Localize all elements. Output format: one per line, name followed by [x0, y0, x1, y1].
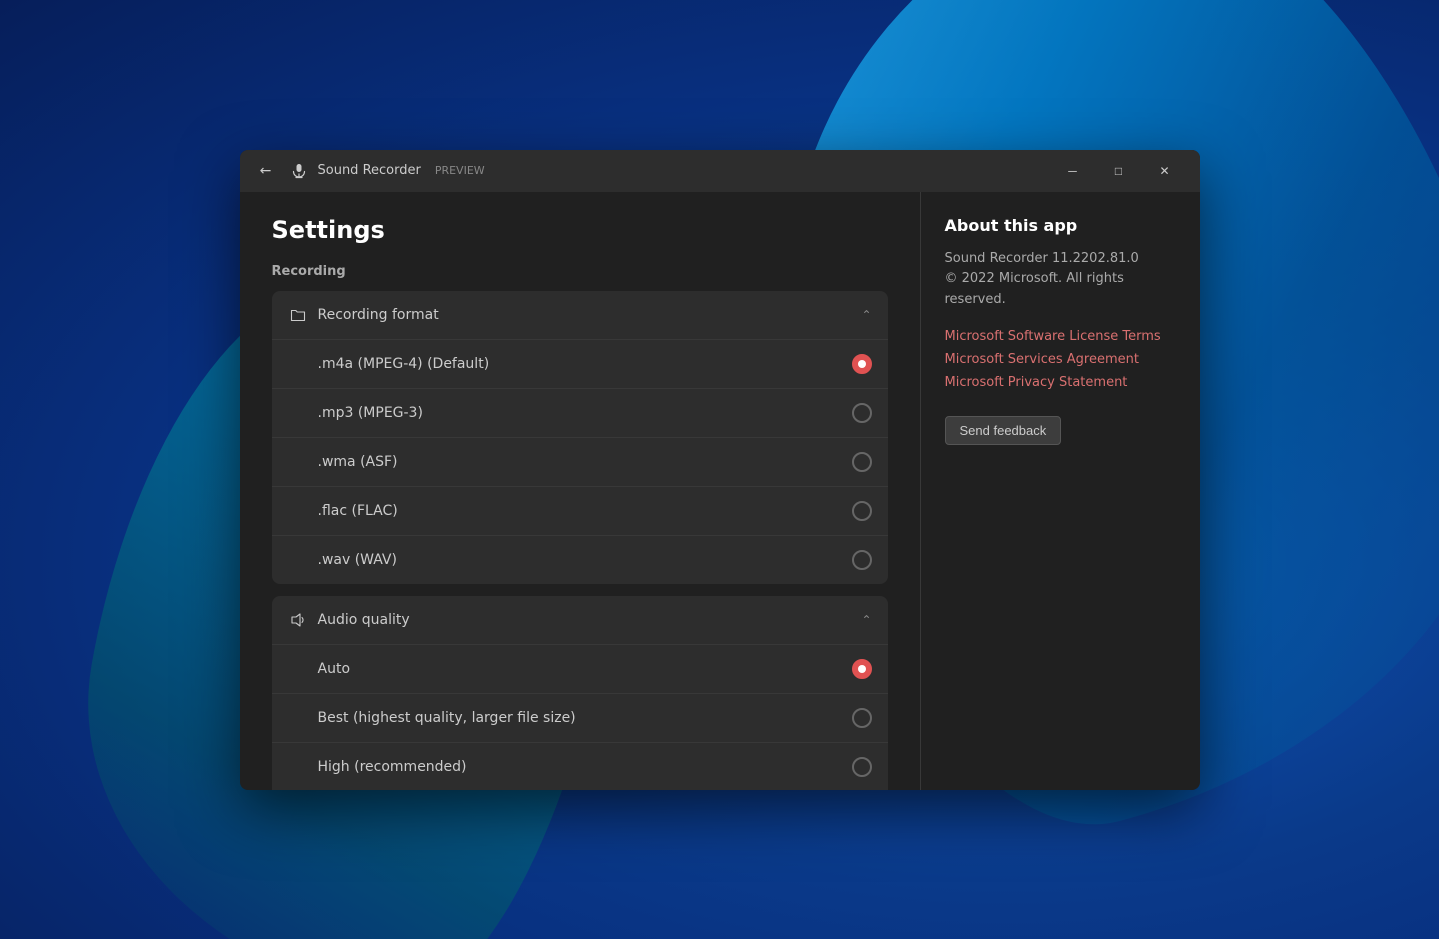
quality-radio-best[interactable]: [852, 708, 872, 728]
format-radio-mp3[interactable]: [852, 403, 872, 423]
format-option-mp3[interactable]: .mp3 (MPEG-3): [272, 389, 888, 438]
quality-option-high[interactable]: High (recommended): [272, 743, 888, 790]
format-label-wma: .wma (ASF): [318, 454, 852, 470]
format-label-flac: .flac (FLAC): [318, 503, 852, 519]
maximize-button[interactable]: □: [1096, 155, 1142, 187]
minimize-button[interactable]: ─: [1050, 155, 1096, 187]
audio-quality-chevron: ⌃: [861, 613, 871, 627]
format-option-wma[interactable]: .wma (ASF): [272, 438, 888, 487]
about-panel: About this app Sound Recorder 11.2202.81…: [920, 192, 1200, 790]
audio-quality-header[interactable]: Audio quality ⌃: [272, 596, 888, 645]
format-label-m4a: .m4a (MPEG-4) (Default): [318, 356, 852, 372]
format-label-mp3: .mp3 (MPEG-3): [318, 405, 852, 421]
content-area: Settings Recording Recording format ⌃: [240, 192, 1200, 790]
app-icon: [290, 162, 308, 180]
quality-radio-auto[interactable]: [852, 659, 872, 679]
send-feedback-button[interactable]: Send feedback: [945, 416, 1062, 445]
quality-label-auto: Auto: [318, 661, 852, 677]
format-option-flac[interactable]: .flac (FLAC): [272, 487, 888, 536]
quality-option-best[interactable]: Best (highest quality, larger file size): [272, 694, 888, 743]
about-version: Sound Recorder 11.2202.81.0 © 2022 Micro…: [945, 249, 1176, 311]
format-radio-wav[interactable]: [852, 550, 872, 570]
app-window: ← Sound Recorder PREVIEW ─ □ ✕ Settings: [240, 150, 1200, 790]
back-button[interactable]: ←: [252, 157, 280, 185]
titlebar: ← Sound Recorder PREVIEW ─ □ ✕: [240, 150, 1200, 192]
link-services-agreement[interactable]: Microsoft Services Agreement: [945, 352, 1176, 367]
format-option-wav[interactable]: .wav (WAV): [272, 536, 888, 584]
about-title: About this app: [945, 216, 1176, 235]
quality-option-auto[interactable]: Auto: [272, 645, 888, 694]
titlebar-left: ← Sound Recorder PREVIEW: [252, 157, 1050, 185]
recording-format-group: Recording format ⌃ .m4a (MPEG-4) (Defaul…: [272, 291, 888, 584]
audio-quality-group: Audio quality ⌃ Auto Best (highest quali…: [272, 596, 888, 790]
folder-icon: [288, 305, 308, 325]
titlebar-controls: ─ □ ✕: [1050, 155, 1188, 187]
format-option-m4a[interactable]: .m4a (MPEG-4) (Default): [272, 340, 888, 389]
recording-section-label: Recording: [272, 264, 888, 279]
quality-radio-high[interactable]: [852, 757, 872, 777]
format-label-wav: .wav (WAV): [318, 552, 852, 568]
link-privacy-statement[interactable]: Microsoft Privacy Statement: [945, 375, 1176, 390]
preview-badge: PREVIEW: [435, 164, 485, 177]
app-title: Sound Recorder: [318, 163, 421, 178]
recording-format-header[interactable]: Recording format ⌃: [272, 291, 888, 340]
recording-format-label: Recording format: [318, 307, 862, 323]
format-radio-m4a[interactable]: [852, 354, 872, 374]
quality-label-high: High (recommended): [318, 759, 852, 775]
speaker-icon: [288, 610, 308, 630]
recording-format-chevron: ⌃: [861, 308, 871, 322]
main-panel: Settings Recording Recording format ⌃: [240, 192, 920, 790]
close-button[interactable]: ✕: [1142, 155, 1188, 187]
format-radio-flac[interactable]: [852, 501, 872, 521]
link-software-license[interactable]: Microsoft Software License Terms: [945, 329, 1176, 344]
page-title: Settings: [272, 216, 888, 244]
quality-label-best: Best (highest quality, larger file size): [318, 710, 852, 726]
format-radio-wma[interactable]: [852, 452, 872, 472]
audio-quality-label: Audio quality: [318, 612, 862, 628]
